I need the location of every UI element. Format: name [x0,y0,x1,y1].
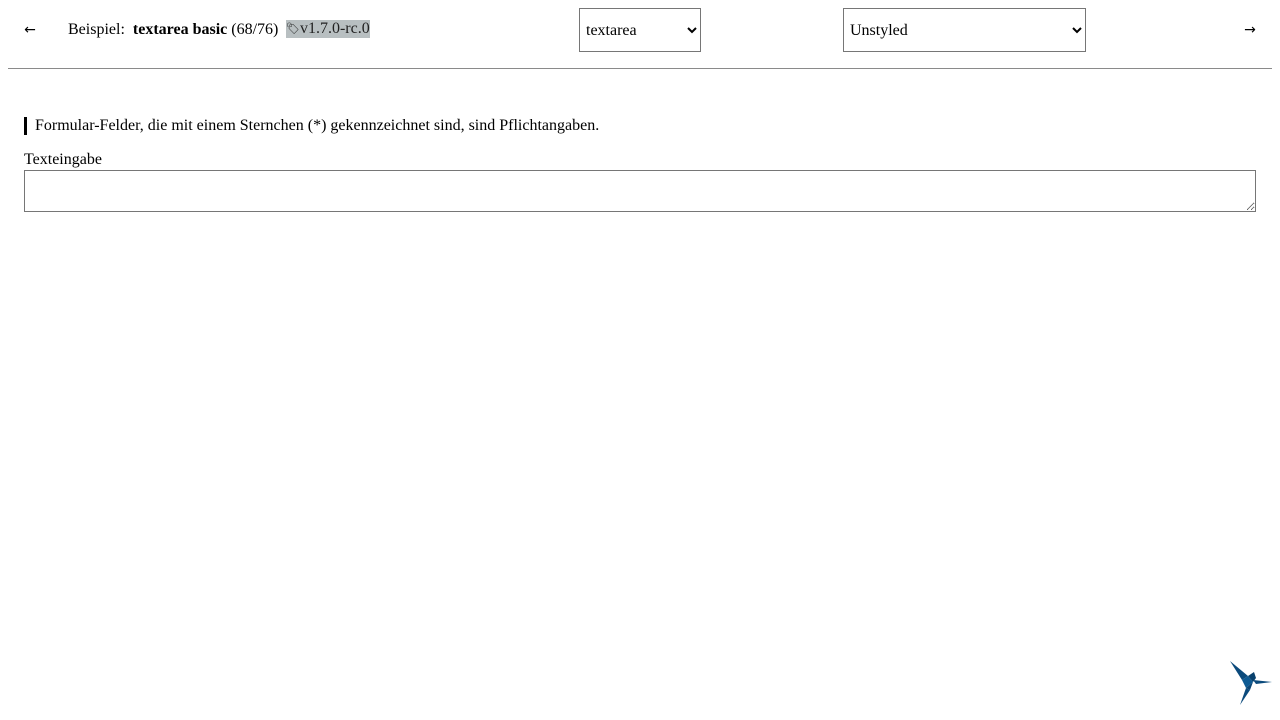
hummingbird-logo-icon [1226,658,1274,708]
text-input-textarea[interactable] [24,170,1256,212]
previous-example-button[interactable]: ← [22,20,38,40]
example-name: textarea basic [132,21,228,38]
hummingbird-logo-svg [1230,661,1272,705]
required-fields-hint: Formular-Felder, die mit einem Sternchen… [24,117,599,135]
version-text: v1.7.0-rc.0 [299,20,370,37]
next-example-button[interactable]: → [1242,20,1258,40]
tag-icon: 🏷 [286,22,300,35]
component-select[interactable]: textarea [579,8,701,52]
breadcrumb: Beispiel: textarea basic (68/76) [68,20,278,40]
textarea-label: Texteingabe [24,151,102,168]
version-badge: 🏷v1.7.0-rc.0 [286,20,370,38]
breadcrumb-label: Beispiel: [68,21,125,38]
top-toolbar: ← Beispiel: textarea basic (68/76) 🏷v1.7.… [0,0,1280,60]
header-divider [8,68,1272,69]
example-counter: (68/76) [231,21,279,38]
theme-select[interactable]: Unstyled [843,8,1086,52]
